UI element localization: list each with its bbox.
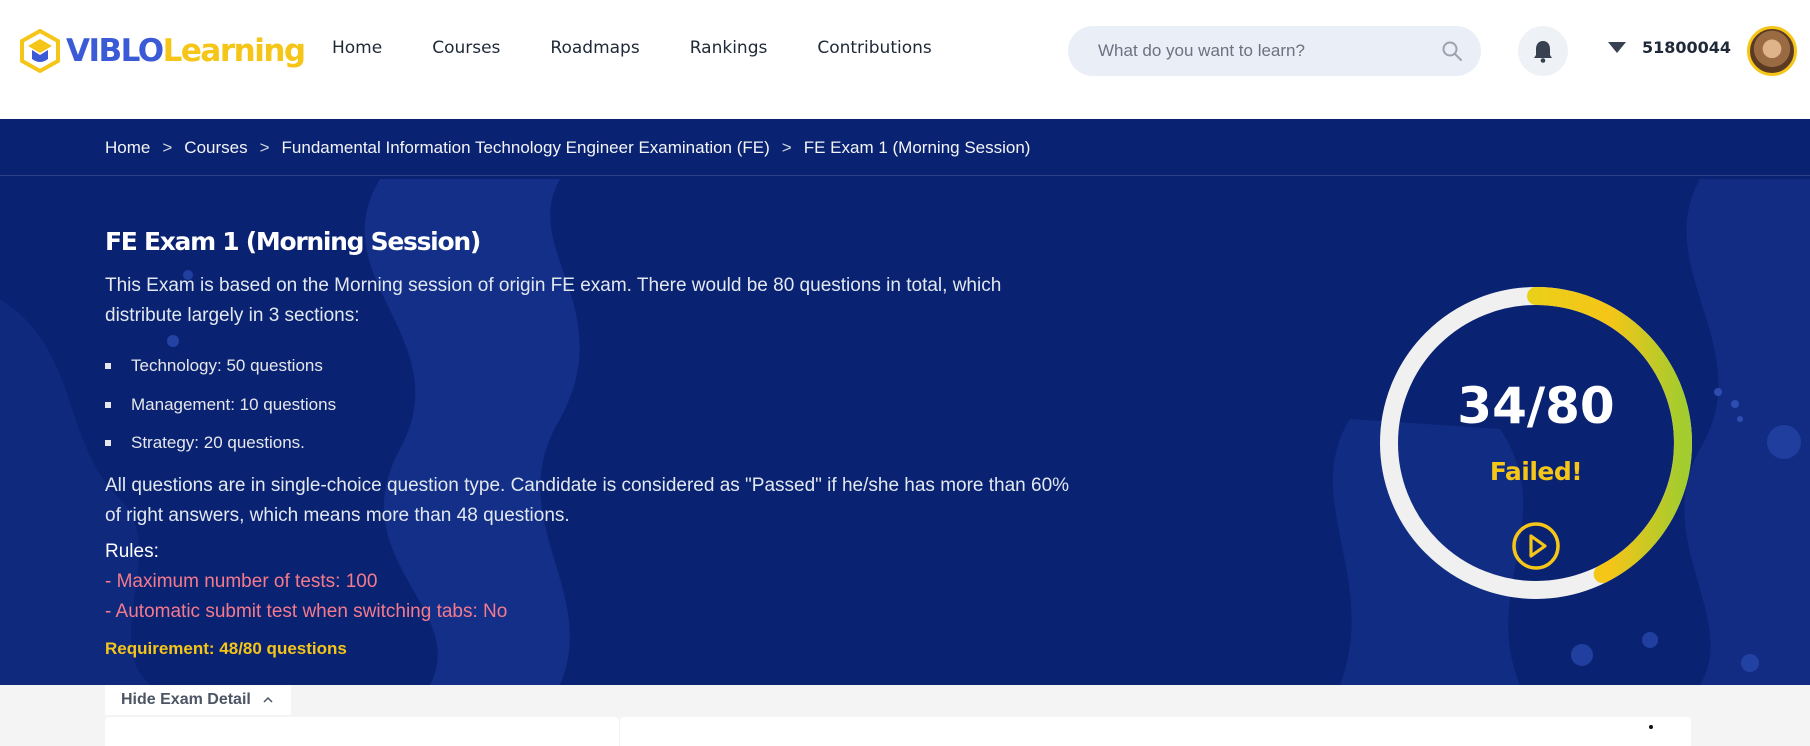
hide-exam-detail-button[interactable]: Hide Exam Detail [105,685,291,715]
user-menu[interactable]: 51800044 [1608,38,1731,57]
nav-home[interactable]: Home [332,38,382,58]
breadcrumb-home[interactable]: Home [105,138,150,158]
requirement: Requirement: 48/80 questions [105,639,347,658]
rule-auto-submit: - Automatic submit test when switching t… [105,601,508,622]
logo-text-learning: Learning [162,32,306,69]
nav-roadmaps[interactable]: Roadmaps [550,38,639,58]
exam-description: This Exam is based on the Morning sessio… [105,275,1002,326]
page-title: FE Exam 1 (Morning Session) [105,227,481,256]
search-icon[interactable] [1441,40,1463,62]
top-header: VIBLOLearning Home Courses Roadmaps Rank… [0,0,1810,119]
logo-text-viblo: VIBLO [66,32,164,69]
play-icon[interactable] [1511,521,1561,571]
list-item: Management: 10 questions [105,386,336,425]
nav-courses[interactable]: Courses [432,38,500,58]
section-list: Technology: 50 questions Management: 10 … [105,347,336,463]
right-panel [620,717,1691,746]
breadcrumb-course[interactable]: Fundamental Information Technology Engin… [282,138,770,158]
search-bar [1068,26,1481,76]
list-item: Strategy: 20 questions. [105,424,336,463]
breadcrumb: Home > Courses > Fundamental Information… [105,138,1030,158]
pass-criteria: All questions are in single-choice quest… [105,475,1070,526]
breadcrumb-separator: > [162,138,173,157]
main-nav: Home Courses Roadmaps Rankings Contribut… [332,38,982,58]
breadcrumb-exam[interactable]: FE Exam 1 (Morning Session) [804,138,1031,158]
breadcrumb-separator: > [259,138,270,157]
nav-rankings[interactable]: Rankings [690,38,768,58]
viblo-logo[interactable]: VIBLOLearning [20,28,306,74]
divider [0,175,1810,176]
score-value: 34/80 [1457,377,1615,435]
exam-hero: Home > Courses > Fundamental Information… [0,119,1810,685]
toggle-label: Hide Exam Detail [121,691,251,708]
breadcrumb-separator: > [781,138,792,157]
notifications-button[interactable] [1518,26,1568,76]
chevron-down-icon [1608,42,1626,53]
nav-contributions[interactable]: Contributions [817,38,931,58]
rules-label: Rules: [105,541,159,562]
left-panel [105,717,619,746]
avatar[interactable] [1747,26,1797,76]
score-status: Failed! [1489,457,1583,486]
rule-max-tests: - Maximum number of tests: 100 [105,571,378,592]
username: 51800044 [1642,38,1732,57]
chevron-up-icon [263,696,273,703]
search-input[interactable] [1098,41,1441,61]
list-item: Technology: 50 questions [105,347,336,386]
more-options-icon[interactable] [1649,725,1653,729]
bell-icon [1534,41,1552,63]
graduation-cap-icon [20,29,60,73]
breadcrumb-courses[interactable]: Courses [184,138,247,158]
